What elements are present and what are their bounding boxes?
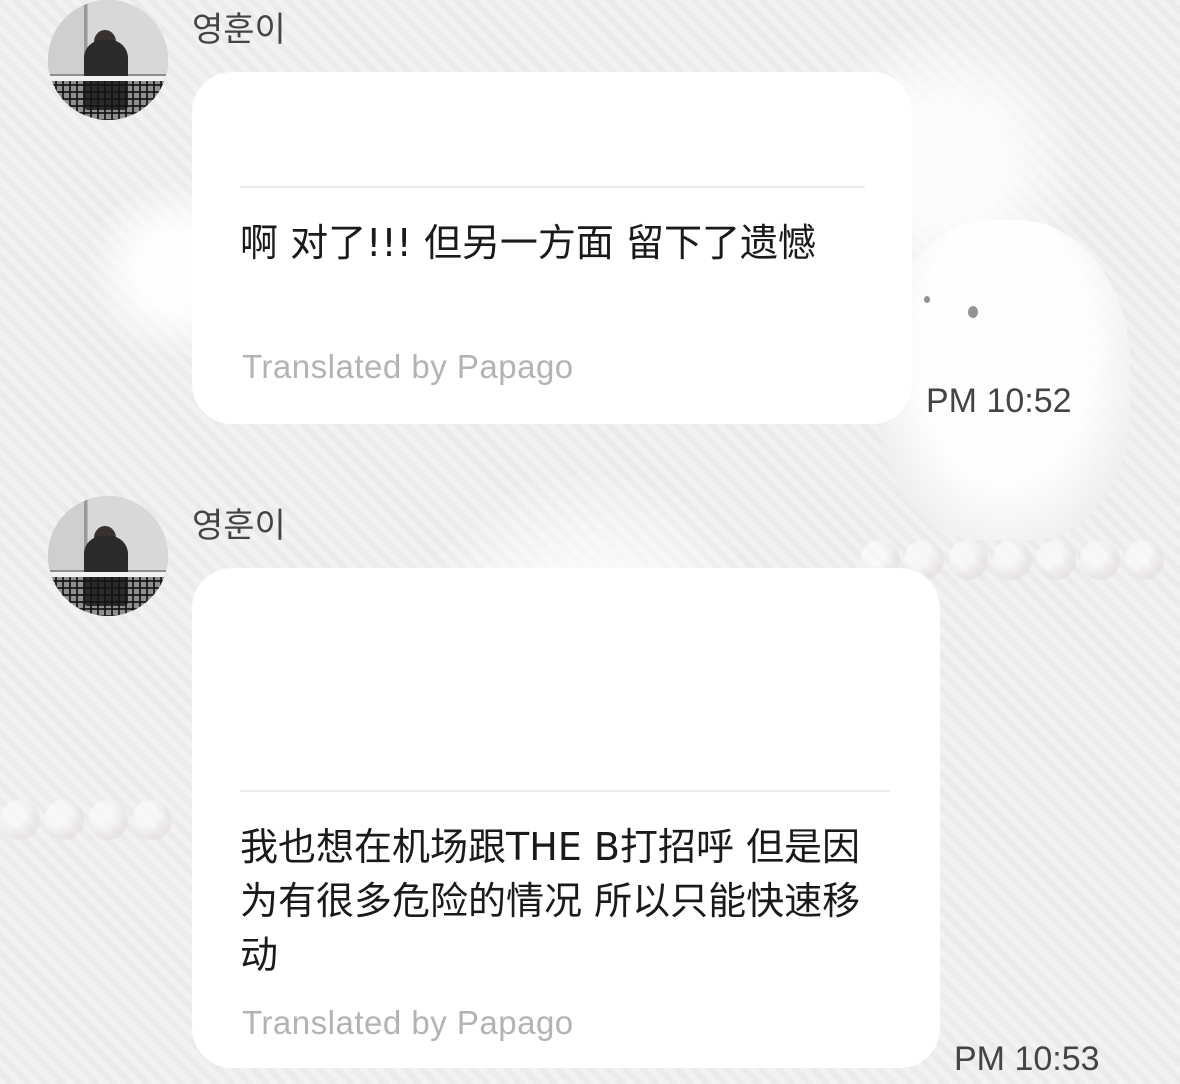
background-bunny [880, 220, 1130, 540]
bubble-divider [240, 790, 890, 792]
avatar[interactable] [48, 496, 168, 616]
message-timestamp: PM 10:53 [954, 1040, 1100, 1078]
message-text: 啊 对了!!! 但另一方面 留下了遗憾 [240, 221, 816, 265]
sender-name: 영훈이 [192, 506, 286, 546]
translation-credit: Translated by Papago [242, 348, 574, 385]
message-bubble[interactable]: 我也想在机场跟THE B打招呼 但是因为有很多危险的情况 所以只能快速移动 Tr… [192, 568, 940, 1068]
sender-name: 영훈이 [192, 10, 286, 50]
message-timestamp: PM 10:52 [926, 382, 1072, 420]
avatar[interactable] [48, 0, 168, 120]
message-bubble[interactable]: 啊 对了!!! 但另一方面 留下了遗憾 Translated by Papago [192, 72, 912, 424]
bubble-divider [240, 186, 865, 188]
background-pearls [0, 800, 172, 840]
translation-credit: Translated by Papago [242, 1004, 574, 1041]
message-text: 我也想在机场跟THE B打招呼 但是因为有很多危险的情况 所以只能快速移动 [240, 825, 861, 977]
